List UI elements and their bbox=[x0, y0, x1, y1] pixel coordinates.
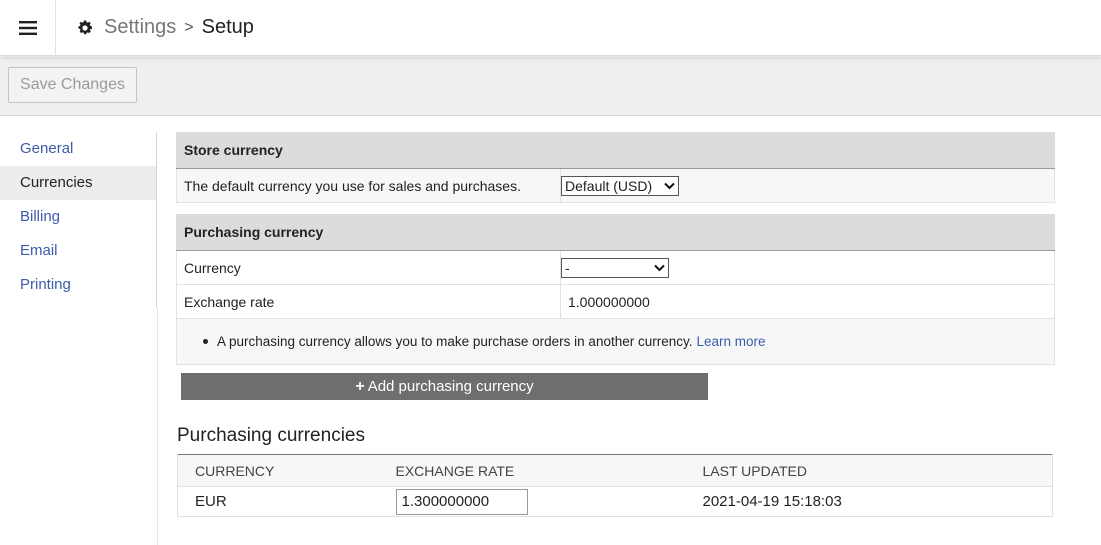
sidebar-item-general[interactable]: General bbox=[0, 132, 156, 166]
currency-select[interactable]: - bbox=[561, 257, 669, 278]
currency-value-cell: - bbox=[561, 251, 1054, 284]
store-currency-heading: Store currency bbox=[176, 132, 1055, 169]
hamburger-icon-glyph bbox=[18, 20, 37, 35]
chevron-down-icon bbox=[654, 264, 665, 271]
add-purchasing-currency-button[interactable]: + Add purchasing currency bbox=[181, 373, 708, 400]
toolbar: Save Changes bbox=[0, 57, 1101, 116]
purchasing-currency-heading: Purchasing currency bbox=[176, 214, 1055, 251]
hamburger-icon[interactable] bbox=[0, 0, 56, 56]
breadcrumb: Settings > Setup bbox=[76, 16, 254, 39]
table-row: EUR 2021-04-19 15:18:03 bbox=[177, 486, 1053, 517]
learn-more-link[interactable]: Learn more bbox=[697, 334, 766, 349]
currency-row: Currency - bbox=[176, 251, 1055, 285]
plus-icon: + bbox=[355, 377, 365, 395]
column-header-exchange-rate: EXCHANGE RATE bbox=[395, 454, 703, 487]
sidebar-item-currencies[interactable]: Currencies bbox=[0, 166, 156, 200]
store-currency-section: Store currency The default currency you … bbox=[176, 132, 1055, 203]
store-currency-description: The default currency you use for sales a… bbox=[177, 169, 561, 202]
row-exchange-rate-input[interactable] bbox=[395, 488, 528, 515]
main-content: Store currency The default currency you … bbox=[176, 132, 1055, 365]
store-currency-select[interactable]: Default (USD) bbox=[561, 175, 679, 196]
exchange-rate-input[interactable]: 1.000000000 bbox=[561, 285, 1054, 318]
save-changes-button[interactable]: Save Changes bbox=[8, 67, 137, 103]
bullet-icon bbox=[203, 339, 208, 344]
row-last-updated: 2021-04-19 15:18:03 bbox=[702, 486, 1053, 517]
note-text: A purchasing currency allows you to make… bbox=[217, 334, 693, 349]
column-header-currency: CURRENCY bbox=[177, 454, 396, 487]
table-header-row: CURRENCY EXCHANGE RATE LAST UPDATED bbox=[177, 454, 1053, 487]
settings-sidebar: General Currencies Billing Email Printin… bbox=[0, 132, 157, 307]
breadcrumb-setup: Setup bbox=[201, 16, 254, 38]
exchange-rate-label: Exchange rate bbox=[177, 285, 561, 318]
add-purchasing-currency-label: Add purchasing currency bbox=[367, 378, 534, 395]
store-currency-value-cell: Default (USD) bbox=[561, 169, 1054, 202]
top-bar: Settings > Setup bbox=[0, 0, 1101, 56]
chevron-down-icon bbox=[664, 182, 675, 189]
sidebar-item-printing[interactable]: Printing bbox=[0, 268, 156, 302]
purchasing-currencies-title: Purchasing currencies bbox=[177, 425, 365, 446]
breadcrumb-settings[interactable]: Settings bbox=[104, 16, 176, 39]
row-currency: EUR bbox=[177, 486, 396, 517]
purchasing-currency-section: Purchasing currency Currency - Exchange … bbox=[176, 214, 1055, 365]
exchange-rate-row: Exchange rate 1.000000000 bbox=[176, 285, 1055, 319]
sidebar-divider bbox=[157, 307, 158, 545]
currency-label: Currency bbox=[177, 251, 561, 284]
purchasing-currency-note: A purchasing currency allows you to make… bbox=[176, 319, 1055, 365]
store-currency-selected: Default (USD) bbox=[565, 177, 653, 194]
gear-icon bbox=[78, 20, 93, 34]
purchasing-currencies-table: CURRENCY EXCHANGE RATE LAST UPDATED EUR … bbox=[177, 454, 1053, 517]
column-header-last-updated: LAST UPDATED bbox=[702, 454, 1053, 487]
store-currency-row: The default currency you use for sales a… bbox=[176, 169, 1055, 203]
sidebar-item-email[interactable]: Email bbox=[0, 234, 156, 268]
breadcrumb-separator: > bbox=[184, 18, 194, 36]
currency-selected: - bbox=[565, 259, 570, 276]
row-exchange-rate-cell bbox=[395, 486, 703, 517]
sidebar-item-billing[interactable]: Billing bbox=[0, 200, 156, 234]
